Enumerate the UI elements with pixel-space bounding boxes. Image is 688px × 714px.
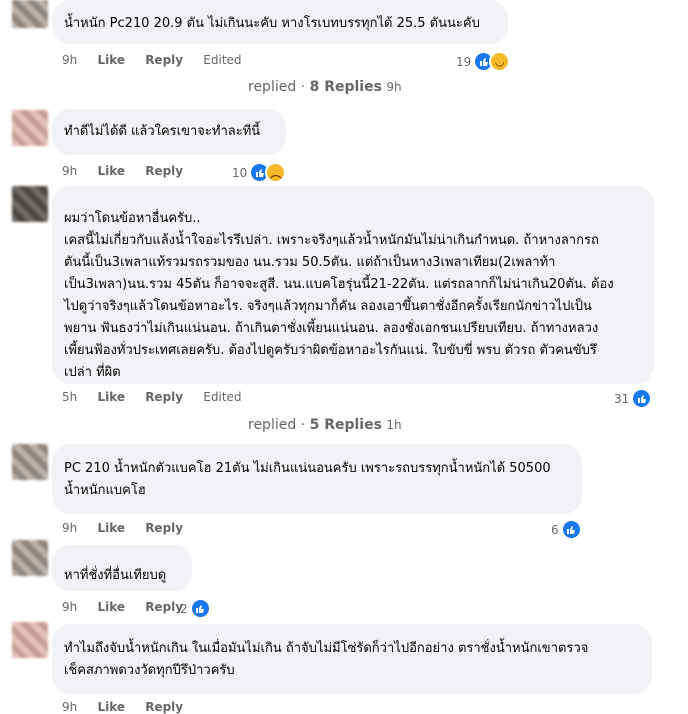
comment-actions: 9h Like Reply Edited xyxy=(62,53,258,67)
comment-time[interactable]: 9h xyxy=(62,600,77,614)
like-button[interactable]: Like xyxy=(97,390,125,404)
like-button[interactable]: Like xyxy=(97,164,125,178)
view-replies-link[interactable]: replied · 5 Replies 1h xyxy=(248,417,402,433)
reply-button[interactable]: Reply xyxy=(145,600,183,614)
comment-time[interactable]: 9h xyxy=(62,53,77,67)
like-icon xyxy=(189,598,211,619)
reply-button[interactable]: Reply xyxy=(145,390,183,404)
comment-time[interactable]: 9h xyxy=(62,521,77,535)
comment-bubble: หาที่ชั่งที่อื่นเทียบดู xyxy=(52,545,192,591)
comment-text: น้ำหนัก Pc210 20.9 ตัน ไม่เกินนะคับ หางโ… xyxy=(64,16,480,31)
like-button[interactable]: Like xyxy=(97,53,125,67)
comment-time[interactable]: 9h xyxy=(62,700,77,714)
reaction-count: 6 xyxy=(551,522,559,537)
replied-label: replied xyxy=(248,79,297,95)
like-button[interactable]: Like xyxy=(97,521,125,535)
reaction-summary[interactable]: 31 xyxy=(614,388,653,409)
comment-text: หาที่ชั่งที่อื่นเทียบดู xyxy=(64,568,167,583)
comment-bubble: PC 210 น้ำหนักตัวแบคโฮ 21ตัน ไม่เกินแน่น… xyxy=(52,444,582,514)
replies-time: 9h xyxy=(386,80,402,94)
like-button[interactable]: Like xyxy=(97,700,125,714)
comment-actions: 9h Like Reply xyxy=(62,164,199,178)
reply-button[interactable]: Reply xyxy=(145,164,183,178)
comment-bubble: ทำไมถึงจับน้ำหนักเกิน ในเมื่อมันไม่เกิน … xyxy=(52,624,652,694)
comment-bubble: ผมว่าโดนข้อหาอื่นครับ.. เคสนี้ไม่เกี่ยวก… xyxy=(52,186,654,384)
comment-text: ทำไมถึงจับน้ำหนักเกิน ในเมื่อมันไม่เกิน … xyxy=(64,641,589,678)
reply-button[interactable]: Reply xyxy=(145,521,183,535)
avatar[interactable] xyxy=(12,444,48,480)
reply-button[interactable]: Reply xyxy=(145,700,183,714)
replies-count: 5 Replies xyxy=(309,417,382,433)
comment-text: PC 210 น้ำหนักตัวแบคโฮ 21ตัน ไม่เกินแน่น… xyxy=(64,461,551,498)
edited-label[interactable]: Edited xyxy=(203,53,241,67)
replies-count: 8 Replies xyxy=(309,79,382,95)
comment-text: ผมว่าโดนข้อหาอื่นครับ.. เคสนี้ไม่เกี่ยวก… xyxy=(64,211,614,380)
reaction-count: 10 xyxy=(232,165,248,180)
like-button[interactable]: Like xyxy=(97,600,125,614)
like-icon xyxy=(631,388,653,409)
reaction-count: 2 xyxy=(180,601,188,616)
reply-button[interactable]: Reply xyxy=(145,53,183,67)
reaction-summary[interactable]: 10 ︵ xyxy=(232,162,287,183)
comment-actions: 9h Like Reply xyxy=(62,700,199,714)
avatar[interactable] xyxy=(12,186,48,222)
view-replies-link[interactable]: replied · 8 Replies 9h xyxy=(248,79,402,95)
reaction-summary[interactable]: 19 ◡ xyxy=(456,51,511,72)
comment-actions: 9h Like Reply xyxy=(62,521,199,535)
comment-actions: 9h Like Reply xyxy=(62,600,199,614)
avatar[interactable] xyxy=(12,622,48,658)
avatar[interactable] xyxy=(12,0,48,28)
replies-time: 1h xyxy=(386,418,402,432)
comment-text: ทำดีไม่ได้ดี แล้วใครเขาจะทำละทีนี้ xyxy=(64,124,261,139)
comment-bubble: ทำดีไม่ได้ดี แล้วใครเขาจะทำละทีนี้ xyxy=(52,109,286,155)
comment-time[interactable]: 9h xyxy=(62,164,77,178)
reaction-count: 31 xyxy=(614,391,630,406)
comment-bubble: น้ำหนัก Pc210 20.9 ตัน ไม่เกินนะคับ หางโ… xyxy=(52,0,508,44)
replied-label: replied xyxy=(248,417,297,433)
comment-actions: 5h Like Reply Edited xyxy=(62,390,258,404)
avatar[interactable] xyxy=(12,110,48,146)
avatar[interactable] xyxy=(12,540,48,576)
reaction-summary[interactable]: 2 xyxy=(180,598,211,619)
reaction-count: 19 xyxy=(456,54,472,69)
like-icon xyxy=(560,519,582,540)
sad-icon: ︵ xyxy=(265,162,287,183)
edited-label[interactable]: Edited xyxy=(203,390,241,404)
haha-icon: ◡ xyxy=(489,51,511,72)
reaction-summary[interactable]: 6 xyxy=(551,519,582,540)
comment-time[interactable]: 5h xyxy=(62,390,77,404)
